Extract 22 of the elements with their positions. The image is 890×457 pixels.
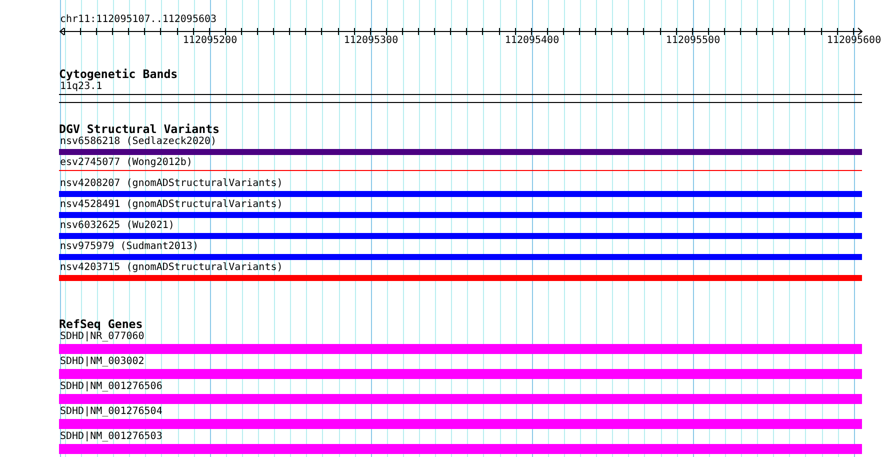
track-title: DGV Structural Variants <box>59 123 220 135</box>
feature-label: nsv4528491 (gnomADStructuralVariants) <box>59 199 283 211</box>
tick-label: 112095400 <box>504 35 560 47</box>
track-title: Cytogenetic Bands <box>59 68 178 80</box>
tick-label: 112095200 <box>182 35 238 47</box>
feature-label: nsv6586218 (Sedlazeck2020) <box>59 136 217 148</box>
feature-label: SDHD|NM_001276503 <box>59 431 162 443</box>
tick-label: 112095500 <box>666 35 720 47</box>
track-title: RefSeq Genes <box>59 318 143 330</box>
feature-label: nsv975979 (Sudmant2013) <box>59 241 198 253</box>
feature-label: SDHD|NM_003002 <box>59 356 144 368</box>
feature-label: nsv6032625 (Wu2021) <box>59 220 174 232</box>
feature-label: nsv4208207 (gnomADStructuralVariants) <box>59 178 283 190</box>
tick-label: 112095300 <box>344 35 398 47</box>
feature-label: SDHD|NM_001276504 <box>59 406 162 418</box>
feature-label: nsv4203715 (gnomADStructuralVariants) <box>59 262 283 274</box>
feature-label: SDHD|NR_077060 <box>59 331 144 343</box>
tick-label: 112095600 <box>826 35 882 47</box>
location-label: chr11:112095107..112095603 <box>60 14 217 26</box>
feature-label: 11q23.1 <box>59 81 102 93</box>
feature-label: esv2745077 (Wong2012b) <box>59 157 192 169</box>
feature-label: SDHD|NM_001276506 <box>59 381 162 393</box>
